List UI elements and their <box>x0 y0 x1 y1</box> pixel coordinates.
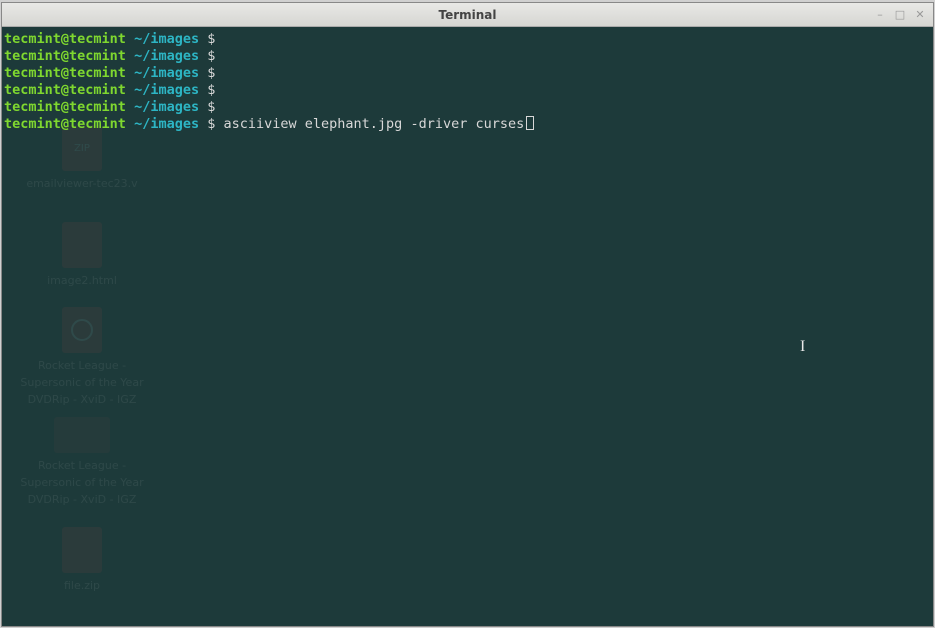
minimize-button[interactable]: – <box>871 6 889 22</box>
command-text <box>215 99 223 115</box>
prompt-cwd: ~/images <box>134 116 199 132</box>
terminal-cursor <box>526 116 534 130</box>
prompt-user-host: tecmint@tecmint <box>4 82 126 98</box>
desktop-icon: Rocket League - Supersonic of the Year D… <box>12 417 152 508</box>
prompt-user-host: tecmint@tecmint <box>4 65 126 81</box>
terminal-line: tecmint@tecmint ~/images $ <box>4 99 931 116</box>
command-text: asciiview elephant.jpg -driver curses <box>215 116 524 132</box>
desktop-icon: Rocket League - Supersonic of the Year D… <box>12 307 152 408</box>
close-button[interactable]: ✕ <box>911 6 929 22</box>
prompt-user-host: tecmint@tecmint <box>4 99 126 115</box>
terminal-output: tecmint@tecmint ~/images $ tecmint@tecmi… <box>4 31 931 133</box>
terminal-line: tecmint@tecmint ~/images $ asciiview ele… <box>4 116 931 133</box>
command-text <box>215 48 223 64</box>
terminal-line: tecmint@tecmint ~/images $ <box>4 31 931 48</box>
desktop-icon-label: Rocket League - Supersonic of the Year D… <box>12 357 152 408</box>
desktop-icon: ZIPemailviewer-tec23.v <box>12 125 152 192</box>
prompt-cwd: ~/images <box>134 82 199 98</box>
desktop-icon: file.zip <box>12 527 152 594</box>
terminal-line: tecmint@tecmint ~/images $ <box>4 82 931 99</box>
terminal-body[interactable]: ZIPemailviewer-tec23.v image2.html Rocket … <box>2 27 933 626</box>
file-icon <box>54 417 110 453</box>
text-cursor-pointer-icon <box>800 337 808 353</box>
terminal-window: Terminal – □ ✕ ZIPemailviewer-tec23.v ima… <box>1 2 934 627</box>
prompt-cwd: ~/images <box>134 65 199 81</box>
terminal-line: tecmint@tecmint ~/images $ <box>4 48 931 65</box>
desktop-icon-label: image2.html <box>47 272 117 289</box>
file-icon <box>62 222 102 268</box>
desktop-icon-label: emailviewer-tec23.v <box>26 175 137 192</box>
command-text <box>215 31 223 47</box>
command-text <box>215 65 223 81</box>
prompt-user-host: tecmint@tecmint <box>4 48 126 64</box>
titlebar[interactable]: Terminal – □ ✕ <box>2 3 933 27</box>
prompt-user-host: tecmint@tecmint <box>4 31 126 47</box>
window-controls: – □ ✕ <box>871 6 929 22</box>
terminal-line: tecmint@tecmint ~/images $ <box>4 65 931 82</box>
desktop-icon: image2.html <box>12 222 152 289</box>
file-icon <box>62 307 102 353</box>
desktop-icon-label: file.zip <box>64 577 100 594</box>
window-title: Terminal <box>438 8 496 22</box>
maximize-button[interactable]: □ <box>891 6 909 22</box>
desktop-icon-label: Rocket League - Supersonic of the Year D… <box>12 457 152 508</box>
command-text <box>215 82 223 98</box>
file-icon <box>62 527 102 573</box>
prompt-cwd: ~/images <box>134 99 199 115</box>
prompt-user-host: tecmint@tecmint <box>4 116 126 132</box>
prompt-cwd: ~/images <box>134 48 199 64</box>
prompt-cwd: ~/images <box>134 31 199 47</box>
